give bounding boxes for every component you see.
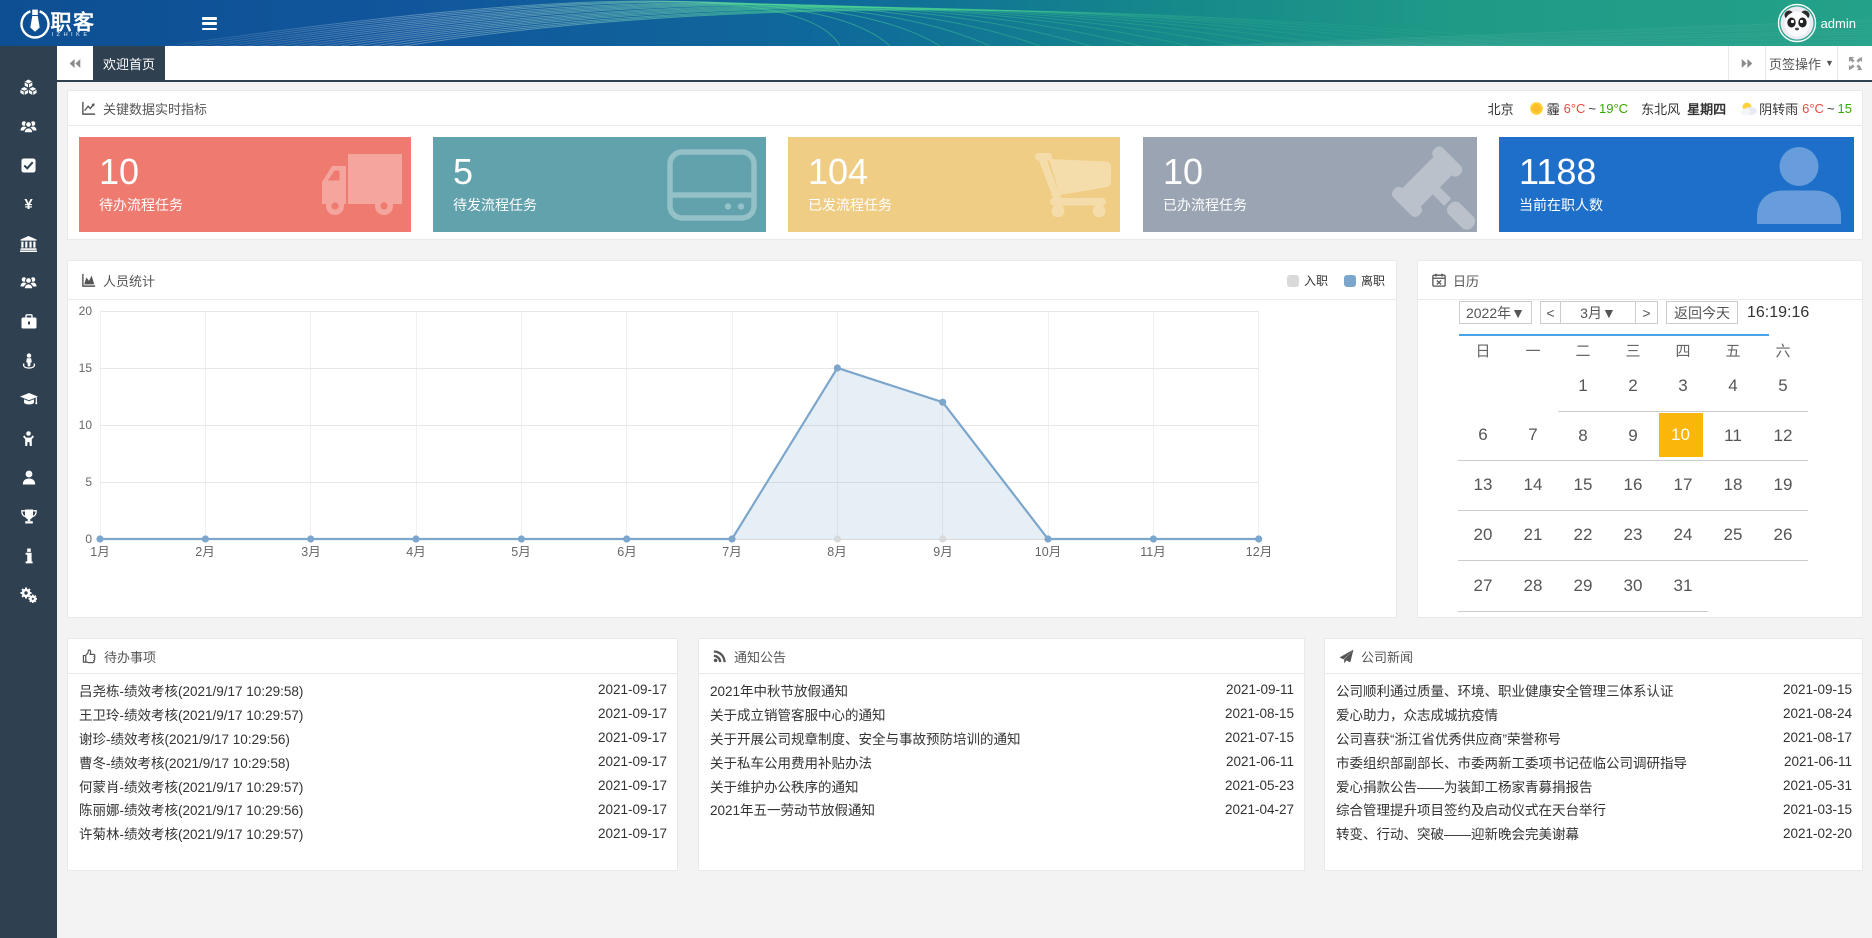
svg-text:7月: 7月 (722, 545, 741, 559)
svg-text:4月: 4月 (406, 545, 425, 559)
svg-text:0: 0 (85, 532, 92, 546)
svg-text:2月: 2月 (195, 545, 214, 559)
svg-text:15: 15 (79, 361, 93, 375)
svg-text:11月: 11月 (1140, 545, 1165, 559)
svg-text:20: 20 (79, 304, 93, 318)
svg-text:12月: 12月 (1246, 545, 1272, 559)
svg-text:IZHIKE: IZHIKE (52, 32, 91, 38)
svg-text:10: 10 (79, 418, 93, 432)
svg-text:5月: 5月 (511, 545, 530, 559)
svg-text:3月: 3月 (301, 545, 320, 559)
svg-text:5: 5 (85, 475, 92, 489)
svg-text:6月: 6月 (617, 545, 636, 559)
svg-text:9月: 9月 (933, 545, 952, 559)
svg-text:10月: 10月 (1035, 545, 1061, 559)
svg-text:1月: 1月 (90, 545, 109, 559)
svg-text:8月: 8月 (827, 545, 846, 559)
